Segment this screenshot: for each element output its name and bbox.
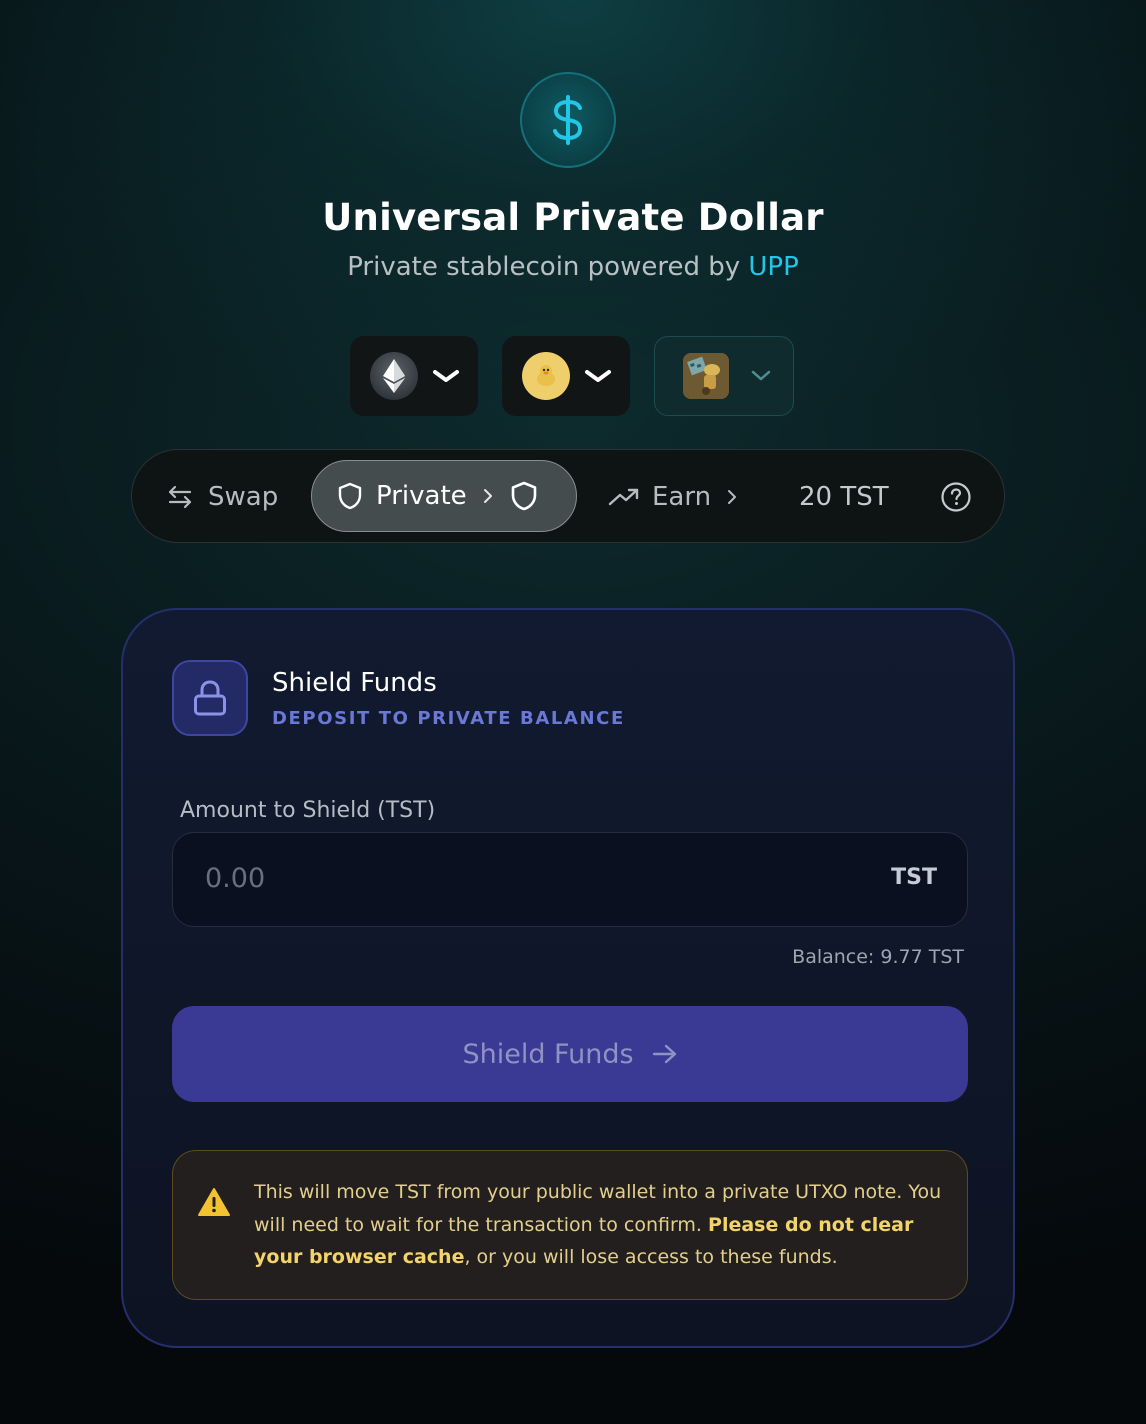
- wallet-selector[interactable]: [654, 336, 794, 416]
- warning-icon: [198, 1188, 230, 1216]
- network-selector[interactable]: [350, 336, 478, 416]
- wallet-avatar-icon: [683, 353, 729, 399]
- help-icon: [941, 482, 971, 512]
- available-balance: Balance: 9.77 TST: [792, 946, 964, 968]
- tab-swap[interactable]: Swap: [166, 450, 278, 544]
- shield-icon: [511, 481, 536, 511]
- tab-swap-label: Swap: [208, 482, 279, 512]
- shield-icon: [338, 482, 362, 510]
- chevron-down-icon: [432, 368, 460, 384]
- dollar-icon: [553, 95, 583, 145]
- warning-box: This will move TST from your public wall…: [172, 1150, 968, 1300]
- brand-link[interactable]: UPP: [748, 252, 798, 282]
- token-selector[interactable]: [502, 336, 630, 416]
- tab-earn[interactable]: Earn: [608, 450, 737, 544]
- card-subtitle: DEPOSIT TO PRIVATE BALANCE: [272, 708, 625, 729]
- shield-card: Shield Funds DEPOSIT TO PRIVATE BALANCE …: [121, 608, 1015, 1348]
- trending-up-icon: [608, 488, 639, 506]
- amount-label: Amount to Shield (TST): [180, 798, 436, 823]
- token-balance: 20 TST: [799, 482, 889, 512]
- amount-unit: TST: [891, 865, 937, 890]
- shield-funds-button-label: Shield Funds: [462, 1038, 634, 1070]
- mode-navbar: Swap Private Earn 20 TST: [131, 449, 1005, 543]
- chevron-right-icon: [728, 490, 737, 504]
- amount-input[interactable]: [205, 863, 805, 894]
- amount-field[interactable]: TST: [172, 832, 968, 927]
- duck-token-icon: [522, 352, 570, 400]
- chevron-down-icon: [751, 370, 771, 382]
- card-title: Shield Funds: [272, 668, 437, 698]
- tab-private-label: Private: [376, 481, 467, 511]
- tab-private[interactable]: Private: [311, 460, 577, 532]
- shield-funds-button[interactable]: Shield Funds: [172, 1006, 968, 1102]
- warning-text-part2: , or you will lose access to these funds…: [464, 1246, 838, 1268]
- chevron-down-icon: [584, 368, 612, 384]
- app-logo: [520, 72, 616, 168]
- warning-text: This will move TST from your public wall…: [254, 1176, 949, 1274]
- swap-arrows-icon: [168, 485, 192, 509]
- chevron-right-icon: [483, 489, 492, 503]
- ethereum-icon: [370, 352, 418, 400]
- tab-earn-label: Earn: [652, 482, 712, 512]
- lock-icon-badge: [172, 660, 248, 736]
- selector-row: [350, 336, 794, 416]
- help-button[interactable]: [940, 450, 972, 544]
- arrow-right-icon: [652, 1044, 676, 1064]
- lock-icon: [194, 680, 226, 716]
- page-subtitle: Private stablecoin powered by UPP: [0, 252, 1146, 282]
- subtitle-text: Private stablecoin powered by: [347, 252, 741, 282]
- page-title: Universal Private Dollar: [322, 196, 824, 239]
